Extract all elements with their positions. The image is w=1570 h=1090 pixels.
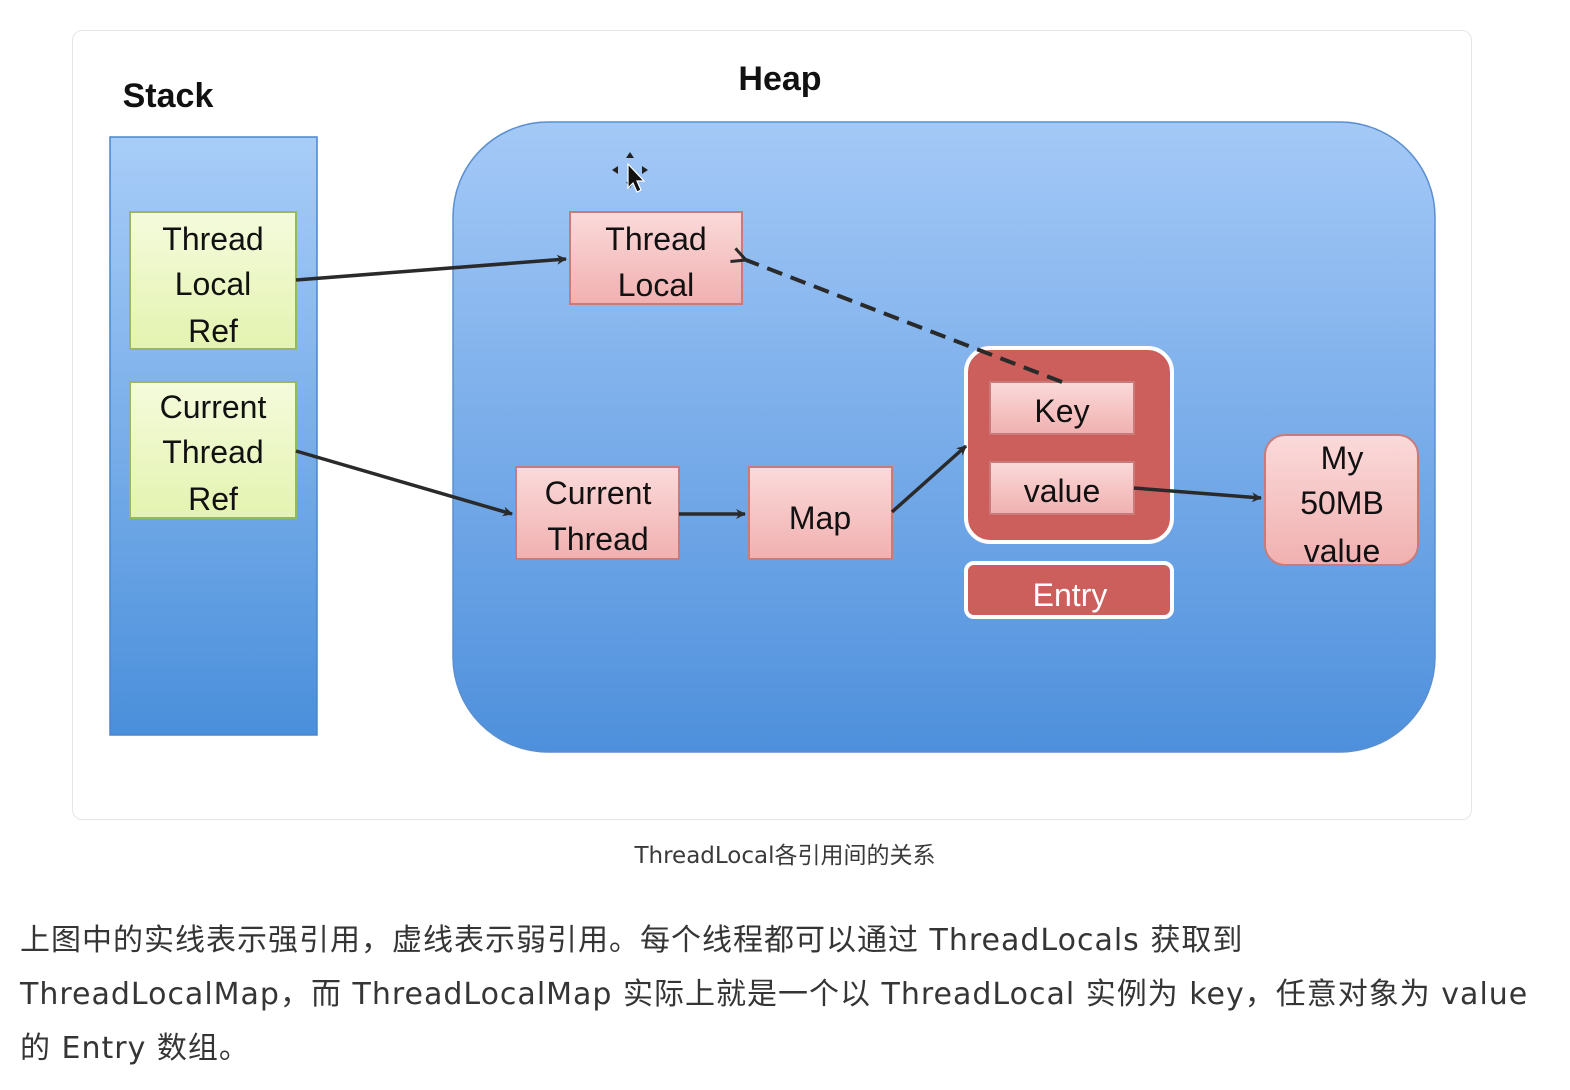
label-line: Thread: [162, 221, 263, 257]
label-line: Local: [618, 267, 695, 303]
label-line: Map: [789, 500, 851, 536]
label-line: Current: [160, 389, 267, 425]
heap-node-current-thread: Current Thread: [515, 466, 680, 560]
figure-caption: ThreadLocal各引用间的关系: [634, 843, 936, 869]
label-line: Thread: [605, 221, 706, 257]
label-line: Local: [175, 266, 252, 302]
label-line: value: [1304, 533, 1381, 569]
heap-node-my-50mb-value: My 50MB value: [1264, 434, 1419, 569]
heap-node-map: Map: [748, 466, 893, 560]
label-line: 50MB: [1300, 485, 1384, 521]
heap-title: Heap: [738, 60, 821, 98]
heap-node-entry: Key value: [964, 346, 1174, 544]
threadlocal-reference-diagram: Stack Heap Thread Local Ref Current Thre…: [109, 60, 1436, 753]
heap-node-threadlocal: Thread Local: [569, 211, 743, 305]
stack-title: Stack: [123, 77, 214, 115]
entry-label-bar: Entry: [964, 561, 1174, 619]
entry-key-label: Key: [1034, 393, 1089, 429]
entry-label: Entry: [1033, 577, 1108, 613]
label-line: Thread: [162, 434, 263, 470]
body-paragraph: 上图中的实线表示强引用，虚线表示弱引用。每个线程都可以通过 ThreadLoca…: [20, 923, 1529, 1066]
label-line: Current: [545, 475, 652, 511]
label-line: Thread: [547, 521, 648, 557]
label-line: Ref: [188, 313, 238, 349]
entry-value-label: value: [1024, 473, 1101, 509]
label-line: Ref: [188, 481, 238, 517]
label-line: My: [1321, 440, 1364, 476]
stack-item-current-thread-ref: Current Thread Ref: [129, 381, 297, 519]
stack-item-threadlocal-ref: Thread Local Ref: [129, 211, 297, 350]
